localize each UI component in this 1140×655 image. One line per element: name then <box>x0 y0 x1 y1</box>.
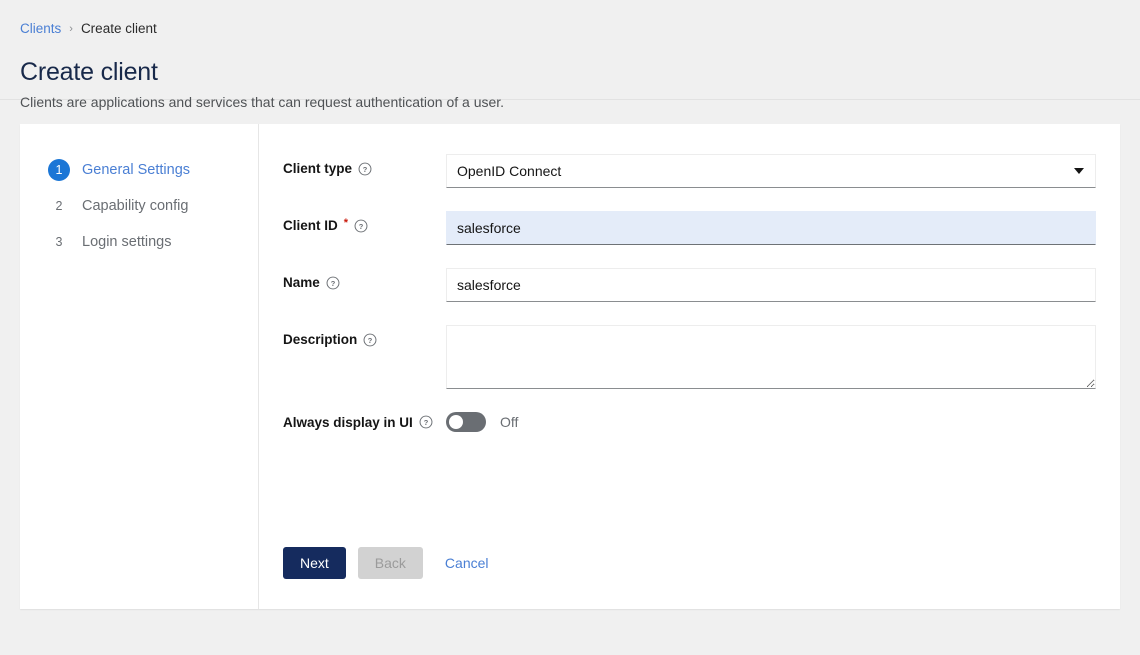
create-client-card: 1 General Settings 2 Capability config 3… <box>20 124 1120 609</box>
wizard-step-number-2: 2 <box>48 195 70 217</box>
client-type-select[interactable]: OpenID Connect <box>446 154 1096 188</box>
wizard-step-login-settings[interactable]: 3 Login settings <box>20 224 258 260</box>
description-textarea[interactable] <box>446 325 1096 389</box>
breadcrumb-current: Create client <box>81 20 157 38</box>
field-client-type: OpenID Connect <box>446 154 1096 188</box>
always-display-state-label: Off <box>500 414 518 430</box>
client-id-input[interactable] <box>446 211 1096 245</box>
wizard-step-label-general-settings: General Settings <box>82 162 190 178</box>
general-settings-form: Client type ? OpenID Connect Client ID * <box>259 124 1120 609</box>
next-button[interactable]: Next <box>283 547 346 579</box>
always-display-toggle[interactable] <box>446 412 486 432</box>
field-row-client-id: Client ID * ? <box>283 211 1096 245</box>
field-name <box>446 268 1096 302</box>
wizard-step-label-capability-config: Capability config <box>82 198 188 214</box>
label-description-text: Description <box>283 332 357 347</box>
help-circle-icon[interactable]: ? <box>363 333 377 347</box>
cancel-button[interactable]: Cancel <box>435 547 499 579</box>
wizard-step-number-1: 1 <box>48 159 70 181</box>
content-area: 1 General Settings 2 Capability config 3… <box>0 100 1140 609</box>
name-input[interactable] <box>446 268 1096 302</box>
field-row-always-display-in-ui: Always display in UI ? Off <box>283 412 1096 432</box>
wizard-footer: Next Back Cancel <box>283 547 499 579</box>
wizard-step-capability-config[interactable]: 2 Capability config <box>20 188 258 224</box>
breadcrumb-separator-icon: › <box>69 20 73 38</box>
svg-text:?: ? <box>331 278 336 287</box>
toggle-knob <box>449 415 463 429</box>
wizard-step-number-3: 3 <box>48 231 70 253</box>
always-display-toggle-area: Off <box>446 412 518 432</box>
page-title: Create client <box>20 58 1120 87</box>
help-circle-icon[interactable]: ? <box>358 162 372 176</box>
help-circle-icon[interactable]: ? <box>419 415 433 429</box>
back-button: Back <box>358 547 423 579</box>
svg-text:?: ? <box>424 418 429 427</box>
field-row-name: Name ? <box>283 268 1096 302</box>
field-description <box>446 325 1096 389</box>
help-circle-icon[interactable]: ? <box>326 276 340 290</box>
field-client-id <box>446 211 1096 245</box>
svg-text:?: ? <box>363 164 368 173</box>
label-client-type: Client type ? <box>283 154 446 176</box>
label-always-display-in-ui: Always display in UI ? <box>283 415 446 430</box>
label-always-display-text: Always display in UI <box>283 415 413 430</box>
svg-text:?: ? <box>359 221 364 230</box>
field-row-client-type: Client type ? OpenID Connect <box>283 154 1096 188</box>
label-name: Name ? <box>283 268 446 290</box>
field-row-description: Description ? <box>283 325 1096 389</box>
page-header: Clients › Create client Create client Cl… <box>0 0 1140 100</box>
label-client-id: Client ID * ? <box>283 211 446 233</box>
svg-text:?: ? <box>368 335 373 344</box>
label-description: Description ? <box>283 325 446 347</box>
label-client-id-text: Client ID <box>283 218 338 233</box>
label-client-type-text: Client type <box>283 161 352 176</box>
client-type-select-wrap: OpenID Connect <box>446 154 1096 188</box>
wizard-step-label-login-settings: Login settings <box>82 234 171 250</box>
wizard-step-general-settings[interactable]: 1 General Settings <box>20 152 258 188</box>
wizard-nav: 1 General Settings 2 Capability config 3… <box>20 124 259 609</box>
breadcrumb: Clients › Create client <box>20 20 1120 38</box>
breadcrumb-link-clients[interactable]: Clients <box>20 20 61 38</box>
label-name-text: Name <box>283 275 320 290</box>
required-asterisk: * <box>344 218 348 229</box>
help-circle-icon[interactable]: ? <box>354 219 368 233</box>
